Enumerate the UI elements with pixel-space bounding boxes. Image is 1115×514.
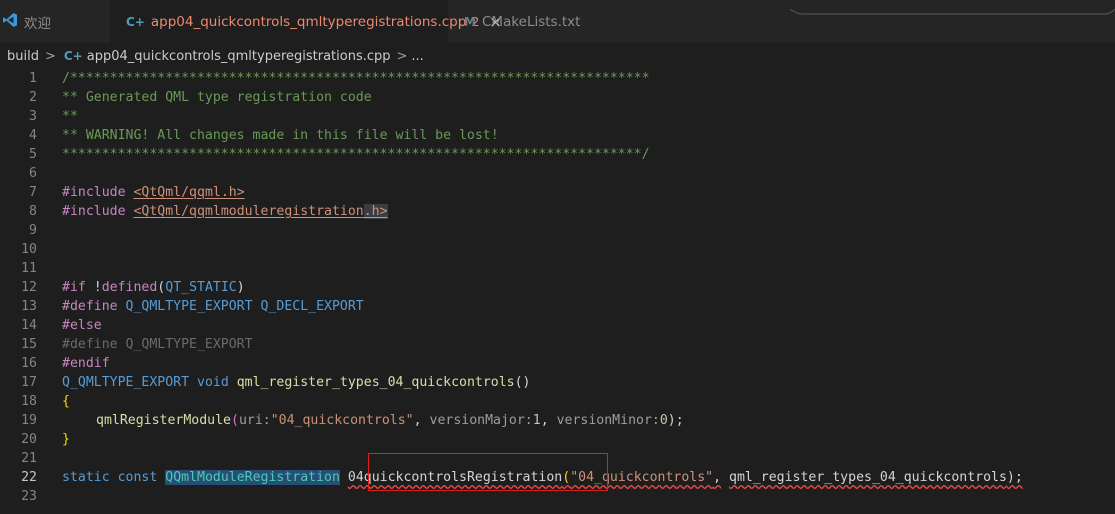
code-line: 14 #else xyxy=(0,316,1115,335)
code-text: qmlRegisterModule(uri:"04_quickcontrols"… xyxy=(96,413,684,428)
code-text: #endif xyxy=(62,356,110,371)
tab-label: app04_quickcontrols_qmltyperegistrations… xyxy=(150,13,467,30)
code-text: #if !defined(QT_STATIC) xyxy=(62,280,245,295)
tab-welcome[interactable]: 欢迎 xyxy=(0,0,108,43)
line-number: 20 xyxy=(21,432,37,447)
code-line: 3 ** xyxy=(0,107,1115,126)
breadcrumb-more[interactable]: ... xyxy=(411,49,423,64)
line-number: 21 xyxy=(21,451,37,466)
code-line: 18 { xyxy=(0,392,1115,411)
chevron-right-icon: > xyxy=(44,48,56,64)
line-number: 15 xyxy=(21,337,37,352)
line-number: 7 xyxy=(29,185,37,200)
breadcrumb-file[interactable]: app04_quickcontrols_qmltyperegistrations… xyxy=(87,49,391,64)
cmake-icon: M xyxy=(464,14,476,29)
line-number: 4 xyxy=(29,128,37,143)
code-line: 16 #endif xyxy=(0,354,1115,373)
tab-cpp-file[interactable]: C+ app04_quickcontrols_qmltyperegistrati… xyxy=(110,0,502,43)
line-number: 12 xyxy=(21,280,37,295)
line-number: 19 xyxy=(21,413,37,428)
line-number: 3 xyxy=(29,109,37,124)
code-line: 4 ** WARNING! All changes made in this fi… xyxy=(0,126,1115,145)
tabbar-top-edge xyxy=(789,0,1115,15)
code-text: #define Q_QMLTYPE_EXPORT Q_DECL_EXPORT xyxy=(62,299,364,314)
tab-label: 欢迎 xyxy=(24,15,51,32)
line-number: 22 xyxy=(21,470,37,485)
vscode-icon xyxy=(2,12,18,31)
code-text: /***************************************… xyxy=(62,71,650,86)
line-number: 11 xyxy=(21,261,37,276)
code-text: ** Generated QML type registration code xyxy=(62,90,372,105)
code-text: } xyxy=(62,432,70,447)
code-line: 13 #define Q_QMLTYPE_EXPORT Q_DECL_EXPORT xyxy=(0,297,1115,316)
line-number: 9 xyxy=(29,223,37,238)
code-line: 20} xyxy=(0,430,1115,449)
code-line: 7 #include <QtQml/qqml.h> xyxy=(0,183,1115,202)
breadcrumb: build > C+ app04_quickcontrols_qmltypere… xyxy=(0,45,1115,67)
tab-label: CMakeLists.txt xyxy=(481,13,581,30)
code-text: #else xyxy=(62,318,102,333)
tab-cmakelists[interactable]: M CMakeLists.txt xyxy=(450,0,590,43)
code-line: 1 /**************************************… xyxy=(0,69,1115,88)
code-text: ** xyxy=(62,109,78,124)
selected-type-name[interactable]: QQmlModuleRegistration xyxy=(165,470,340,485)
code-line: 2 ** Generated QML type registration code xyxy=(0,88,1115,107)
line-number: 23 xyxy=(21,489,37,504)
code-line: 11 xyxy=(0,259,1115,278)
code-text: Q_QMLTYPE_EXPORT void qml_register_types… xyxy=(62,375,531,390)
breadcrumb-folder[interactable]: build xyxy=(7,49,39,64)
code-line: 5 ***************************************… xyxy=(0,145,1115,164)
line-number: 18 xyxy=(21,394,37,409)
chevron-right-icon: > xyxy=(396,48,408,64)
line-number: 1 xyxy=(29,71,37,86)
code-line: 15 #define Q_QMLTYPE_EXPORT xyxy=(0,335,1115,354)
highlight-annotation-box xyxy=(368,453,608,491)
line-number: 17 xyxy=(21,375,37,390)
cpp-file-icon: C+ xyxy=(126,14,145,29)
code-editor[interactable]: 1 /**************************************… xyxy=(0,67,1115,514)
code-text: ** WARNING! All changes made in this fil… xyxy=(62,128,499,143)
code-line: 19 qmlRegisterModule(uri:"04_quickcontrol… xyxy=(0,411,1115,430)
code-line: 6 xyxy=(0,164,1115,183)
code-text: #include <QtQml/qqmlmoduleregistration.h… xyxy=(62,204,388,219)
line-number: 10 xyxy=(21,242,37,257)
code-line: 8 #include <QtQml/qqmlmoduleregistration.… xyxy=(0,202,1115,221)
code-text: { xyxy=(62,394,70,409)
tab-bar: 欢迎 C+ app04_quickcontrols_qmltyperegistr… xyxy=(0,0,1115,43)
code-line: 10 xyxy=(0,240,1115,259)
code-line: 17 Q_QMLTYPE_EXPORT void qml_register_typ… xyxy=(0,373,1115,392)
code-text: ****************************************… xyxy=(62,147,650,162)
line-number: 5 xyxy=(29,147,37,162)
code-line: 9 xyxy=(0,221,1115,240)
code-line: 12 #if !defined(QT_STATIC) xyxy=(0,278,1115,297)
cpp-file-icon: C+ xyxy=(63,49,83,63)
line-number: 6 xyxy=(29,166,37,181)
line-number: 16 xyxy=(21,356,37,371)
include-path-link[interactable]: <QtQml/qqmlmoduleregistration.h> xyxy=(133,204,388,219)
code-text: #define Q_QMLTYPE_EXPORT xyxy=(62,337,253,352)
line-number: 14 xyxy=(21,318,37,333)
line-number: 2 xyxy=(29,90,37,105)
line-number: 8 xyxy=(29,204,37,219)
include-path-link[interactable]: <QtQml/qqml.h> xyxy=(133,185,244,200)
code-text: #include <QtQml/qqml.h> xyxy=(62,185,245,200)
line-number: 13 xyxy=(21,299,37,314)
